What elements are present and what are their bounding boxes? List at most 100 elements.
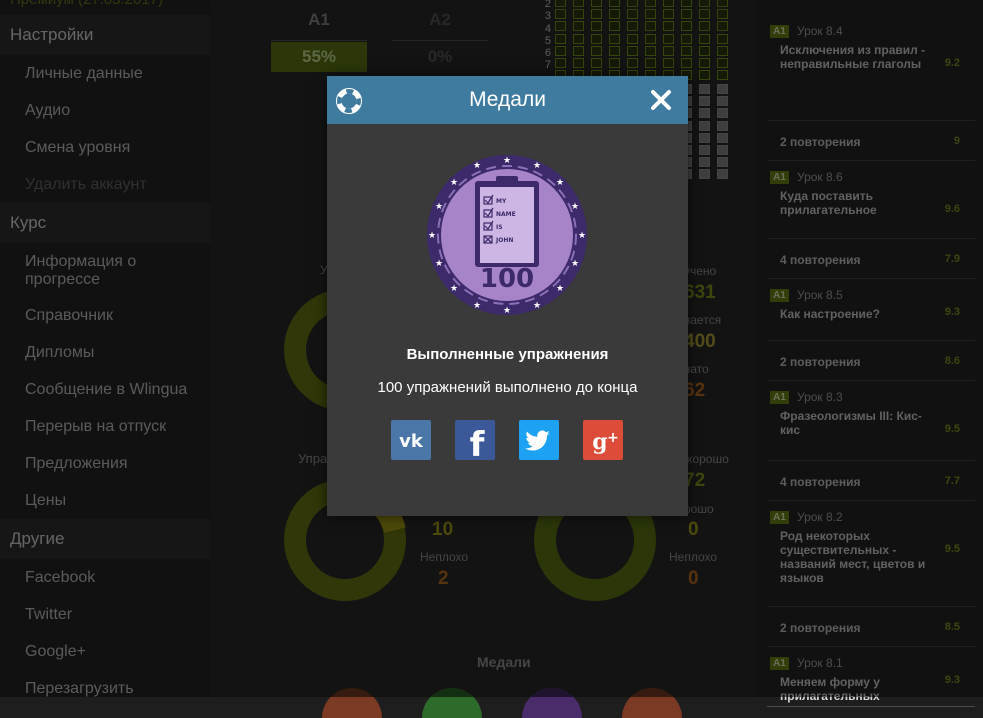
grid-lesson-cell[interactable]	[717, 21, 728, 32]
grid-lesson-cell[interactable]	[609, 0, 620, 7]
grid-lesson-cell[interactable]	[627, 58, 638, 68]
repetition-list-item[interactable]: 2 повторения 8.5	[767, 606, 975, 647]
grid-lesson-cell-locked[interactable]	[717, 157, 728, 168]
grid-lesson-cell[interactable]	[699, 45, 710, 56]
grid-lesson-cell[interactable]	[627, 9, 638, 20]
grid-lesson-cell[interactable]	[699, 21, 710, 32]
share-vk-button[interactable]: vk	[391, 420, 431, 460]
sidebar-item-google-plus[interactable]: Google+	[25, 643, 205, 661]
repetition-list-item[interactable]: 2 повторения 9	[767, 120, 975, 161]
repetition-list-item[interactable]: 2 повторения 8.6	[767, 340, 975, 381]
grid-lesson-cell[interactable]	[663, 9, 674, 20]
grid-lesson-cell[interactable]	[645, 45, 656, 56]
grid-lesson-cell[interactable]	[717, 9, 728, 20]
grid-lesson-cell[interactable]	[681, 58, 692, 68]
grid-lesson-cell-locked[interactable]	[717, 96, 728, 107]
grid-lesson-cell[interactable]	[555, 33, 566, 44]
sidebar-item-facebook[interactable]: Facebook	[25, 569, 205, 587]
level-a1-progress[interactable]: 55%	[271, 42, 367, 72]
grid-lesson-cell[interactable]	[681, 45, 692, 56]
grid-lesson-cell-locked[interactable]	[717, 120, 728, 131]
grid-lesson-cell[interactable]	[627, 21, 638, 32]
medal-thumb-2[interactable]	[422, 688, 482, 718]
grid-lesson-cell[interactable]	[699, 58, 710, 68]
grid-lesson-cell-locked[interactable]	[699, 157, 710, 168]
close-icon[interactable]	[649, 88, 673, 112]
grid-lesson-cell[interactable]	[663, 45, 674, 56]
grid-lesson-cell[interactable]	[681, 9, 692, 20]
grid-lesson-cell-locked[interactable]	[699, 120, 710, 131]
lesson-list-item[interactable]: A1 Урок 8.3 Фразеологизмы III: Кис-кис 9.5	[767, 380, 975, 461]
grid-lesson-cell[interactable]	[555, 21, 566, 32]
sidebar-item-twitter[interactable]: Twitter	[25, 606, 205, 624]
grid-lesson-cell[interactable]	[645, 0, 656, 7]
medal-thumb-3[interactable]	[522, 688, 582, 718]
grid-lesson-cell[interactable]	[591, 21, 602, 32]
share-twitter-button[interactable]	[519, 420, 559, 460]
grid-lesson-cell[interactable]	[663, 33, 674, 44]
grid-lesson-cell[interactable]	[699, 9, 710, 20]
sidebar-item-progress-info[interactable]: Информация о прогрессе	[25, 253, 205, 289]
grid-lesson-cell[interactable]	[717, 0, 728, 7]
lesson-list-item[interactable]: A1 Урок 8.4 Исключения из правил - неправи…	[767, 14, 975, 121]
grid-lesson-cell[interactable]	[591, 0, 602, 7]
grid-lesson-cell[interactable]	[645, 21, 656, 32]
sidebar-item-prices[interactable]: Цены	[25, 492, 205, 510]
grid-lesson-cell-locked[interactable]	[717, 108, 728, 119]
share-facebook-button[interactable]: f	[455, 420, 495, 465]
grid-lesson-cell[interactable]	[717, 33, 728, 44]
grid-lesson-cell[interactable]	[627, 45, 638, 56]
grid-lesson-cell[interactable]	[681, 21, 692, 32]
grid-lesson-cell[interactable]	[717, 58, 728, 68]
grid-lesson-cell[interactable]	[627, 33, 638, 44]
sidebar-item-diplomas[interactable]: Дипломы	[25, 344, 205, 362]
lesson-list-item[interactable]: A1 Урок 8.1 Меняем форму у прилагательных 9…	[767, 646, 975, 707]
grid-lesson-cell[interactable]	[717, 70, 728, 81]
grid-lesson-cell-locked[interactable]	[717, 169, 728, 180]
lesson-list-item[interactable]: A1 Урок 8.2 Род некоторых существительных …	[767, 500, 975, 607]
grid-lesson-cell[interactable]	[573, 58, 584, 68]
grid-lesson-cell-locked[interactable]	[699, 169, 710, 180]
grid-lesson-cell[interactable]	[609, 45, 620, 56]
sidebar-item-audio[interactable]: Аудио	[25, 102, 205, 120]
grid-lesson-cell[interactable]	[591, 9, 602, 20]
grid-lesson-cell[interactable]	[591, 33, 602, 44]
grid-lesson-cell[interactable]	[681, 33, 692, 44]
repetition-list-item[interactable]: 4 повторения 7.7	[767, 460, 975, 501]
sidebar-item-change-level[interactable]: Смена уровня	[25, 139, 205, 157]
grid-lesson-cell-locked[interactable]	[717, 132, 728, 143]
grid-lesson-cell[interactable]	[609, 33, 620, 44]
grid-lesson-cell[interactable]	[663, 0, 674, 7]
grid-lesson-cell-locked[interactable]	[699, 145, 710, 155]
grid-lesson-cell[interactable]	[591, 58, 602, 68]
grid-lesson-cell[interactable]	[627, 0, 638, 7]
grid-lesson-cell[interactable]	[555, 45, 566, 56]
grid-lesson-cell-locked[interactable]	[717, 84, 728, 94]
lesson-list-item[interactable]: A1 Урок 8.6 Куда поставить прилагательное 9…	[767, 160, 975, 239]
grid-lesson-cell[interactable]	[717, 45, 728, 56]
grid-lesson-cell[interactable]	[609, 58, 620, 68]
grid-lesson-cell[interactable]	[555, 9, 566, 20]
sidebar-item-reload[interactable]: Перезагрузить	[25, 680, 205, 698]
medal-thumb-4[interactable]	[622, 688, 682, 718]
grid-lesson-cell[interactable]	[681, 0, 692, 7]
grid-lesson-cell[interactable]	[609, 9, 620, 20]
grid-lesson-cell[interactable]	[609, 21, 620, 32]
grid-lesson-cell[interactable]	[645, 33, 656, 44]
grid-lesson-cell[interactable]	[555, 58, 566, 68]
grid-lesson-cell[interactable]	[573, 21, 584, 32]
level-a2-progress[interactable]: 0%	[392, 42, 488, 72]
grid-lesson-cell[interactable]	[663, 58, 674, 68]
sidebar-item-message[interactable]: Сообщение в Wlingua	[25, 381, 205, 399]
grid-lesson-cell-locked[interactable]	[699, 108, 710, 119]
grid-lesson-cell[interactable]	[699, 70, 710, 81]
sidebar-item-reference[interactable]: Справочник	[25, 307, 205, 325]
grid-lesson-cell[interactable]	[573, 45, 584, 56]
grid-lesson-cell[interactable]	[699, 33, 710, 44]
grid-lesson-cell[interactable]	[699, 0, 710, 7]
repetition-list-item[interactable]: 4 повторения 7.9	[767, 238, 975, 279]
grid-lesson-cell[interactable]	[573, 9, 584, 20]
sidebar-item-vacation[interactable]: Перерыв на отпуск	[25, 418, 205, 436]
grid-lesson-cell[interactable]	[573, 0, 584, 7]
grid-lesson-cell[interactable]	[573, 33, 584, 44]
